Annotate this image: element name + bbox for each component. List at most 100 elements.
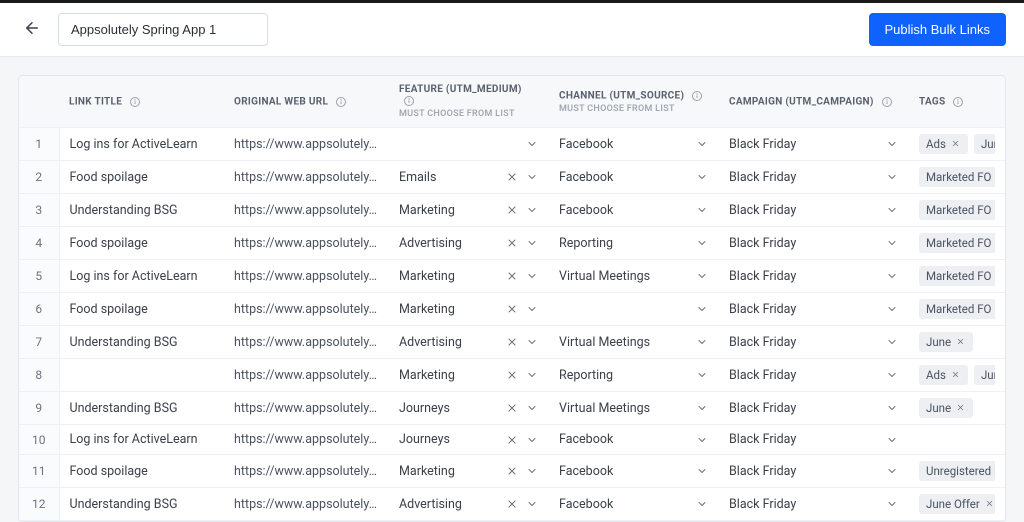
chevron-down-icon[interactable] (885, 137, 899, 151)
channel-dropdown[interactable]: Reporting (559, 368, 709, 383)
channel-dropdown[interactable]: Facebook (559, 170, 709, 185)
chevron-down-icon[interactable] (885, 433, 899, 447)
cell-original-url[interactable]: https://www.appsolutely.com/pro (224, 260, 389, 293)
chevron-down-icon[interactable] (525, 302, 539, 316)
tags-cell[interactable]: Ads June (919, 134, 995, 154)
remove-tag-icon[interactable] (956, 403, 966, 413)
feature-dropdown[interactable]: Marketing (399, 464, 539, 479)
tags-cell[interactable]: Marketed FO (919, 200, 995, 220)
chevron-down-icon[interactable] (885, 497, 899, 511)
campaign-dropdown[interactable]: Black Friday (729, 497, 899, 512)
cell-link-title[interactable]: Understanding BSG (59, 326, 224, 359)
tags-cell[interactable]: Marketed FO (919, 266, 995, 286)
tags-cell[interactable]: Marketed FO (919, 167, 995, 187)
back-button[interactable] (18, 16, 46, 44)
cell-original-url[interactable]: https://www.appsolutely.com/pro (224, 425, 389, 455)
chevron-down-icon[interactable] (695, 464, 709, 478)
feature-dropdown[interactable]: Marketing (399, 368, 539, 383)
channel-dropdown[interactable]: Virtual Meetings (559, 335, 709, 350)
cell-link-title[interactable]: Log ins for ActiveLearn (59, 128, 224, 161)
chevron-down-icon[interactable] (695, 401, 709, 415)
chevron-down-icon[interactable] (695, 269, 709, 283)
col-header-link-title[interactable]: Link Title (59, 76, 224, 128)
feature-dropdown[interactable]: Journeys (399, 401, 539, 416)
chevron-down-icon[interactable] (525, 368, 539, 382)
publish-button[interactable]: Publish Bulk Links (869, 13, 1007, 46)
tags-cell[interactable]: Unregistered Blo (919, 461, 995, 481)
tag-chip[interactable]: Ads (919, 365, 968, 385)
remove-tag-icon[interactable] (985, 499, 995, 509)
chevron-down-icon[interactable] (885, 236, 899, 250)
tag-chip[interactable]: Marketed FO (919, 233, 995, 253)
chevron-down-icon[interactable] (695, 137, 709, 151)
remove-tag-icon[interactable] (956, 337, 966, 347)
chevron-down-icon[interactable] (525, 433, 539, 447)
chevron-down-icon[interactable] (525, 335, 539, 349)
campaign-dropdown[interactable]: Black Friday (729, 464, 899, 479)
col-header-campaign[interactable]: Campaign (UTM_Campaign) (719, 76, 909, 128)
cell-link-title[interactable]: Food spoilage (59, 455, 224, 488)
cell-link-title[interactable]: Food spoilage (59, 293, 224, 326)
tag-chip[interactable]: Ads (919, 134, 968, 154)
chevron-down-icon[interactable] (695, 302, 709, 316)
col-header-tags[interactable]: Tags (909, 76, 1005, 128)
cell-link-title[interactable]: Log ins for ActiveLearn (59, 260, 224, 293)
cell-original-url[interactable]: https://www.appsolutely.com/pro (224, 227, 389, 260)
chevron-down-icon[interactable] (885, 401, 899, 415)
tag-chip[interactable]: Marketed FO (919, 167, 995, 187)
feature-dropdown[interactable]: Advertising (399, 236, 539, 251)
chevron-down-icon[interactable] (525, 497, 539, 511)
chevron-down-icon[interactable] (525, 236, 539, 250)
feature-dropdown[interactable]: Marketing (399, 302, 539, 317)
chevron-down-icon[interactable] (885, 269, 899, 283)
app-name-input[interactable] (58, 13, 268, 46)
chevron-down-icon[interactable] (525, 137, 539, 151)
tag-chip[interactable]: June Offer (919, 494, 995, 514)
chevron-down-icon[interactable] (525, 170, 539, 184)
chevron-down-icon[interactable] (525, 464, 539, 478)
cell-link-title[interactable] (59, 359, 224, 392)
channel-dropdown[interactable]: Facebook (559, 137, 709, 152)
clear-icon[interactable] (505, 497, 519, 511)
feature-dropdown[interactable]: Advertising (399, 497, 539, 512)
chevron-down-icon[interactable] (525, 203, 539, 217)
clear-icon[interactable] (505, 203, 519, 217)
campaign-dropdown[interactable]: Black Friday (729, 170, 899, 185)
cell-original-url[interactable]: https://www.appsolutely.com/pro (224, 455, 389, 488)
tags-cell[interactable]: June (919, 398, 995, 418)
clear-icon[interactable] (505, 236, 519, 250)
campaign-dropdown[interactable]: Black Friday (729, 432, 899, 447)
clear-icon[interactable] (505, 433, 519, 447)
channel-dropdown[interactable]: Facebook (559, 497, 709, 512)
tag-chip[interactable]: Marketed FO (919, 200, 995, 220)
clear-icon[interactable] (505, 170, 519, 184)
cell-original-url[interactable]: https://www.appsolutely.com/pro (224, 359, 389, 392)
tags-cell[interactable]: Ads June (919, 365, 995, 385)
clear-icon[interactable] (505, 368, 519, 382)
campaign-dropdown[interactable]: Black Friday (729, 137, 899, 152)
col-header-original-url[interactable]: Original Web URL (224, 76, 389, 128)
col-header-channel[interactable]: Channel (UTM_Source) Must Choose From Li… (549, 76, 719, 128)
channel-dropdown[interactable]: Reporting (559, 236, 709, 251)
cell-link-title[interactable]: Food spoilage (59, 161, 224, 194)
campaign-dropdown[interactable]: Black Friday (729, 236, 899, 251)
campaign-dropdown[interactable]: Black Friday (729, 335, 899, 350)
tags-cell[interactable]: Marketed FO (919, 233, 995, 253)
remove-tag-icon[interactable] (951, 139, 961, 149)
cell-link-title[interactable]: Understanding BSG (59, 194, 224, 227)
chevron-down-icon[interactable] (695, 335, 709, 349)
chevron-down-icon[interactable] (885, 203, 899, 217)
cell-original-url[interactable]: https://www.appsolutely.com/pro (224, 326, 389, 359)
cell-original-url[interactable]: https://www.appsolutely.com/pro (224, 392, 389, 425)
tags-cell[interactable]: Marketed FO (919, 299, 995, 319)
clear-icon[interactable] (505, 302, 519, 316)
cell-original-url[interactable]: https://www.appsolutely.com/pro (224, 488, 389, 521)
chevron-down-icon[interactable] (695, 170, 709, 184)
channel-dropdown[interactable]: Virtual Meetings (559, 401, 709, 416)
chevron-down-icon[interactable] (695, 433, 709, 447)
channel-dropdown[interactable]: Virtual Meetings (559, 269, 709, 284)
cell-link-title[interactable]: Understanding BSG (59, 488, 224, 521)
campaign-dropdown[interactable]: Black Friday (729, 269, 899, 284)
channel-dropdown[interactable]: Facebook (559, 203, 709, 218)
clear-icon[interactable] (505, 269, 519, 283)
